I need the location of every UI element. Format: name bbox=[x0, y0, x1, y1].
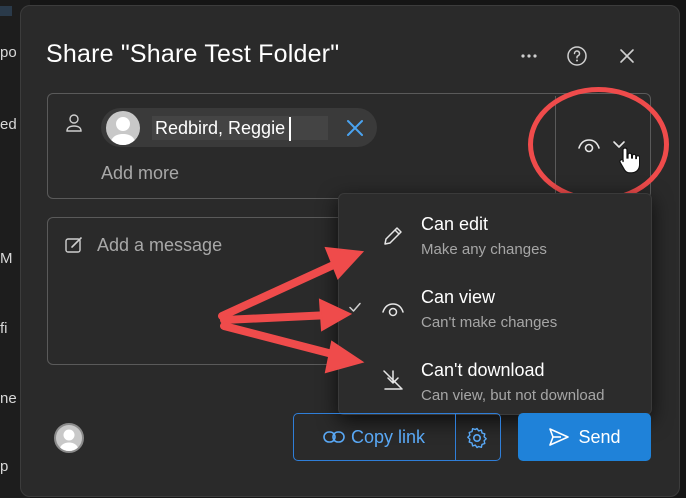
annotation-circle bbox=[528, 87, 669, 202]
person-icon bbox=[66, 114, 82, 132]
dialog-title: Share "Share Test Folder" bbox=[46, 40, 340, 68]
recipient-avatar bbox=[106, 111, 140, 145]
no-download-icon bbox=[383, 370, 403, 390]
menu-item-subtitle: Can view, but not download bbox=[421, 387, 605, 404]
pencil-icon bbox=[384, 227, 402, 245]
help-button[interactable] bbox=[561, 40, 593, 72]
link-icon bbox=[323, 431, 345, 443]
send-button[interactable]: Send bbox=[518, 413, 651, 461]
background-text-fragment: M bbox=[0, 250, 13, 267]
background-topbar-fragment bbox=[0, 6, 12, 16]
menu-item-title: Can edit bbox=[421, 214, 489, 234]
text-caret bbox=[289, 117, 291, 141]
copy-link-button[interactable]: Copy link bbox=[294, 414, 454, 460]
background-text-fragment: ne bbox=[0, 390, 17, 407]
menu-item-subtitle: Can't make changes bbox=[421, 314, 558, 331]
ellipsis-icon bbox=[521, 54, 537, 58]
send-label: Send bbox=[578, 426, 621, 447]
copy-link-divider bbox=[455, 414, 456, 460]
send-icon bbox=[549, 428, 570, 446]
close-button[interactable] bbox=[611, 40, 643, 72]
background-text-fragment: p bbox=[0, 458, 9, 475]
checkmark-icon bbox=[349, 302, 361, 312]
message-placeholder: Add a message bbox=[97, 235, 223, 255]
copy-link-label: Copy link bbox=[350, 426, 426, 447]
add-more-input[interactable]: Add more bbox=[101, 163, 179, 184]
recipient-name: Redbird, Reggie bbox=[155, 118, 286, 138]
remove-recipient-icon[interactable] bbox=[343, 116, 367, 140]
background-text-fragment: ed bbox=[0, 116, 17, 133]
more-options-button[interactable] bbox=[513, 40, 545, 72]
background-text-fragment: fi bbox=[0, 320, 8, 337]
help-circle-icon bbox=[567, 46, 587, 66]
compose-icon bbox=[65, 237, 82, 253]
menu-item-title: Can't download bbox=[421, 360, 545, 380]
gear-icon[interactable] bbox=[465, 426, 489, 450]
user-avatar[interactable] bbox=[54, 423, 84, 453]
eye-icon bbox=[382, 303, 404, 317]
menu-item-subtitle: Make any changes bbox=[421, 241, 547, 258]
menu-item-title: Can view bbox=[421, 287, 496, 307]
background-text-fragment: po bbox=[0, 44, 17, 61]
close-icon bbox=[620, 49, 634, 63]
